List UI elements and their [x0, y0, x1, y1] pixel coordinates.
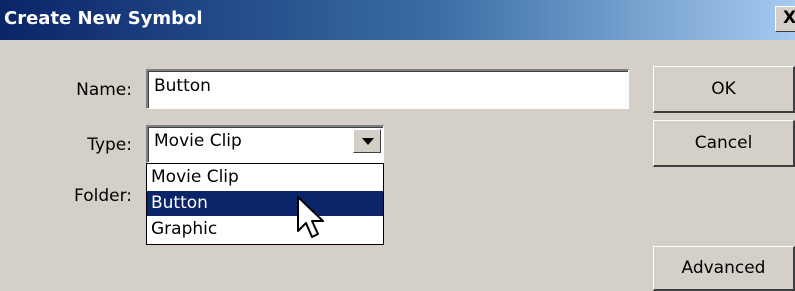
- close-icon: X: [783, 8, 795, 28]
- dropdown-arrow-button[interactable]: [353, 129, 381, 153]
- title-bar: Create New Symbol: [0, 0, 795, 40]
- type-select-value: Movie Clip: [154, 131, 242, 151]
- dropdown-option-button[interactable]: Button: [147, 191, 383, 216]
- name-field[interactable]: Button: [146, 69, 629, 109]
- dropdown-option-graphic[interactable]: Graphic: [147, 217, 383, 242]
- ok-button[interactable]: OK: [653, 66, 795, 113]
- mouse-pointer-icon: [297, 196, 324, 238]
- cancel-button[interactable]: Cancel: [653, 120, 795, 167]
- window-title: Create New Symbol: [4, 8, 203, 29]
- chevron-down-icon: [362, 138, 374, 145]
- close-button[interactable]: X: [775, 6, 795, 32]
- type-select[interactable]: Movie Clip: [146, 125, 384, 163]
- dropdown-option-movie-clip[interactable]: Movie Clip: [147, 165, 383, 190]
- type-label: Type:: [87, 135, 132, 155]
- advanced-button[interactable]: Advanced: [653, 246, 795, 291]
- name-label: Name:: [76, 80, 132, 100]
- type-dropdown-list: Movie Clip Button Graphic: [146, 163, 384, 245]
- folder-label: Folder:: [74, 186, 132, 206]
- name-field-value: Button: [154, 76, 211, 96]
